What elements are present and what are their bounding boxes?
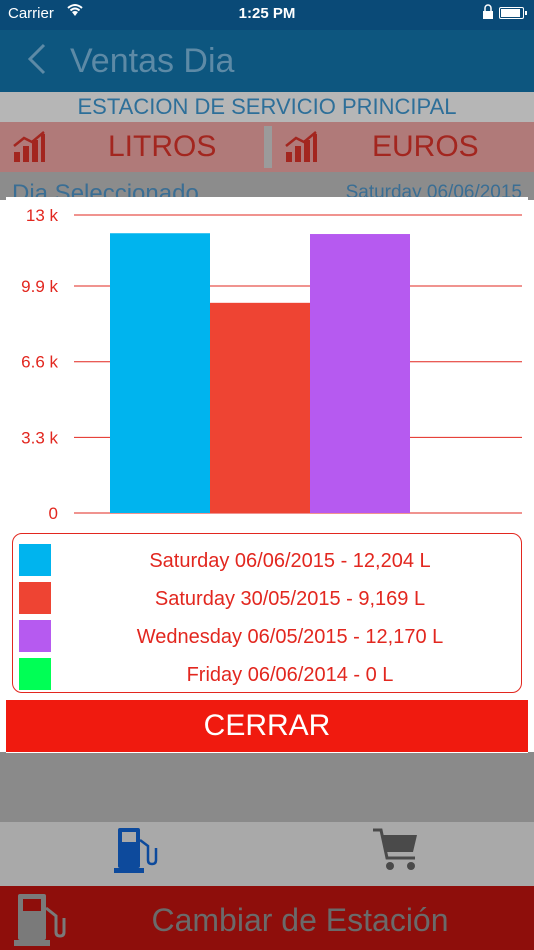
chart-legend: Saturday 06/06/2015 - 12,204 L Saturday 3…	[12, 533, 522, 693]
legend-item: Wednesday 06/05/2015 - 12,170 L	[13, 618, 523, 656]
tab-euros-label: EUROS	[372, 130, 479, 163]
bar-chart: 0 3.3 k 6.6 k 9.9 k 13 k	[21, 206, 522, 523]
rotation-lock-icon	[482, 4, 493, 19]
navigation-bar: Ventas Dia	[0, 30, 534, 92]
close-button[interactable]: CERRAR	[6, 700, 528, 752]
bar-chart-icon	[13, 131, 45, 162]
legend-label: Saturday 30/05/2015 - 9,169 L	[154, 588, 426, 610]
chart-modal: 0 3.3 k 6.6 k 9.9 k 13 k Saturday 06/06/2015…	[6, 197, 528, 753]
tab-litros[interactable]: LITROS	[0, 122, 264, 172]
legend-item: Saturday 30/05/2015 - 9,169 L	[13, 580, 523, 618]
chart-bar	[310, 234, 410, 513]
unit-tabs: LITROS EUROS	[0, 122, 534, 172]
change-station-button[interactable]: Cambiar de Estación	[0, 886, 534, 950]
status-bar: Carrier 1:25 PM	[0, 0, 534, 30]
y-tick-label: 3.3 k	[21, 428, 58, 447]
tab-litros-label: LITROS	[108, 130, 217, 163]
chart-bar	[210, 302, 310, 513]
legend-item: Friday 06/06/2014 - 0 L	[13, 656, 523, 694]
legend-label: Friday 06/06/2014 - 0 L	[186, 664, 394, 686]
battery-icon	[499, 7, 527, 19]
legend-swatch	[19, 620, 51, 652]
legend-label: Saturday 06/06/2015 - 12,204 L	[149, 550, 431, 572]
chart-bar	[110, 233, 210, 513]
tabbar-fuel[interactable]	[0, 822, 267, 886]
legend-swatch	[19, 658, 51, 690]
legend-item: Saturday 06/06/2015 - 12,204 L	[13, 542, 523, 580]
fuel-pump-icon	[114, 828, 158, 873]
tab-bar	[0, 822, 534, 886]
legend-swatch	[19, 582, 51, 614]
selected-day-row: Dia Seleccionado Saturday 06/06/2015	[0, 172, 534, 200]
tab-euros[interactable]: EUROS	[272, 122, 534, 172]
station-name: ESTACION DE SERVICIO PRINCIPAL	[0, 92, 534, 122]
shopping-cart-icon	[373, 828, 417, 870]
tab-divider	[264, 126, 272, 168]
y-tick-label: 6.6 k	[21, 353, 58, 372]
page-title: Ventas Dia	[70, 42, 235, 80]
legend-label: Wednesday 06/05/2015 - 12,170 L	[136, 626, 444, 648]
tabbar-shop[interactable]	[267, 822, 534, 886]
y-tick-label: 13 k	[26, 206, 59, 225]
y-tick-label: 9.9 k	[21, 277, 58, 296]
legend-swatch	[19, 544, 51, 576]
clock-label: 1:25 PM	[238, 5, 296, 22]
back-chevron-icon[interactable]	[26, 42, 48, 85]
change-station-label: Cambiar de Estación	[151, 902, 449, 938]
y-tick-label: 0	[49, 504, 58, 523]
bar-chart-icon	[285, 131, 317, 162]
content-background	[0, 752, 534, 822]
